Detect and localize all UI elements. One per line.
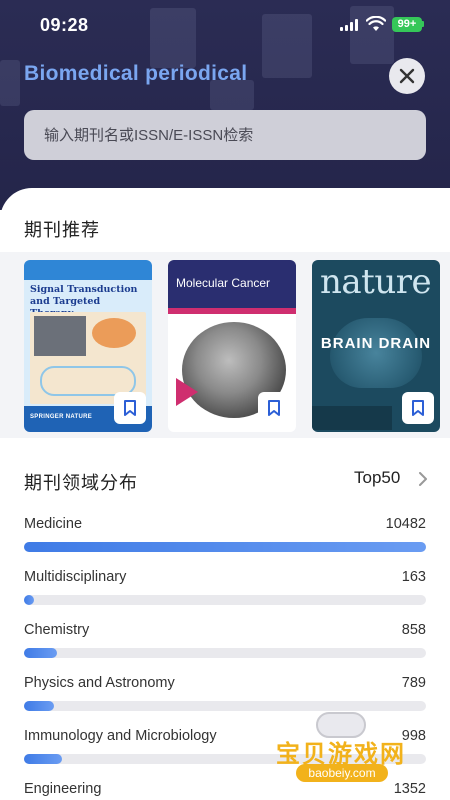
field-label: Multidisciplinary [24,569,127,585]
status-time: 09:28 [40,15,89,35]
header: 09:28 99+ Biomedical periodical [0,0,450,210]
progress-track [24,701,426,711]
recommend-section-title: 期刊推荐 [24,220,100,240]
journal-publisher: SPRINGER NATURE [30,414,93,420]
distribution-row-medicine[interactable]: Medicine 10482 [24,516,426,569]
field-count: 10482 [385,516,426,532]
field-label: Medicine [24,516,83,532]
progress-track [24,595,426,605]
top50-label: Top50 [354,468,401,487]
battery-tip [422,21,424,27]
progress-fill [24,701,55,711]
field-label: Chemistry [24,622,90,638]
bookmark-icon [412,400,424,416]
journal-carousel[interactable]: Signal Transduction and Targeted Therapy… [0,252,450,438]
bookmark-button[interactable] [114,392,146,424]
journal-card-molecular-cancer[interactable]: Molecular Cancer [168,260,296,432]
field-count: 789 [401,675,426,691]
signal-icon [340,19,358,31]
close-button[interactable] [389,58,425,94]
bookmark-icon [124,400,136,416]
close-icon [399,68,415,84]
background-cover [0,60,20,106]
progress-track [24,542,426,552]
distribution-row-chemistry[interactable]: Chemistry 858 [24,622,426,675]
field-count: 858 [401,622,426,638]
search-input[interactable] [44,110,414,160]
distribution-section-title: 期刊领域分布 [24,473,138,493]
search-bar[interactable] [24,110,426,160]
cover-band [24,260,152,280]
cover-accent [176,378,198,406]
progress-track [24,648,426,658]
progress-fill [24,542,426,552]
progress-fill [24,595,34,605]
progress-fill [24,648,57,658]
cover-accent [168,308,296,314]
cover-band [312,406,392,430]
wifi-icon [366,16,386,31]
field-label: Immunology and Microbiology [24,728,217,744]
field-count: 163 [401,569,426,585]
cover-illustration [330,318,422,388]
journal-card-nature[interactable]: nature BRAIN DRAIN [312,260,440,432]
battery-icon: 99+ [392,17,422,32]
field-label: Physics and Astronomy [24,675,175,691]
page-title: Biomedical periodical [24,62,248,85]
top50-link[interactable]: Top50 [354,468,427,488]
watermark-url: baobeiy.com [296,764,388,782]
distribution-row-multidisciplinary[interactable]: Multidisciplinary 163 [24,569,426,622]
journal-cover-title: Molecular Cancer [176,276,271,290]
watermark-logo: 宝贝游戏网 baobeiy.com [276,712,426,792]
cover-headline: BRAIN DRAIN [320,335,432,352]
journal-card-signal-transduction[interactable]: Signal Transduction and Targeted Therapy… [24,260,152,432]
progress-fill [24,754,63,764]
journal-cover-title: nature [320,262,432,302]
status-bar: 09:28 99+ [0,0,450,50]
bookmark-icon [268,400,280,416]
bookmark-button[interactable] [258,392,290,424]
field-label: Engineering [24,781,102,797]
bookmark-button[interactable] [402,392,434,424]
cover-illustration [30,312,146,404]
chevron-right-icon [419,472,427,486]
